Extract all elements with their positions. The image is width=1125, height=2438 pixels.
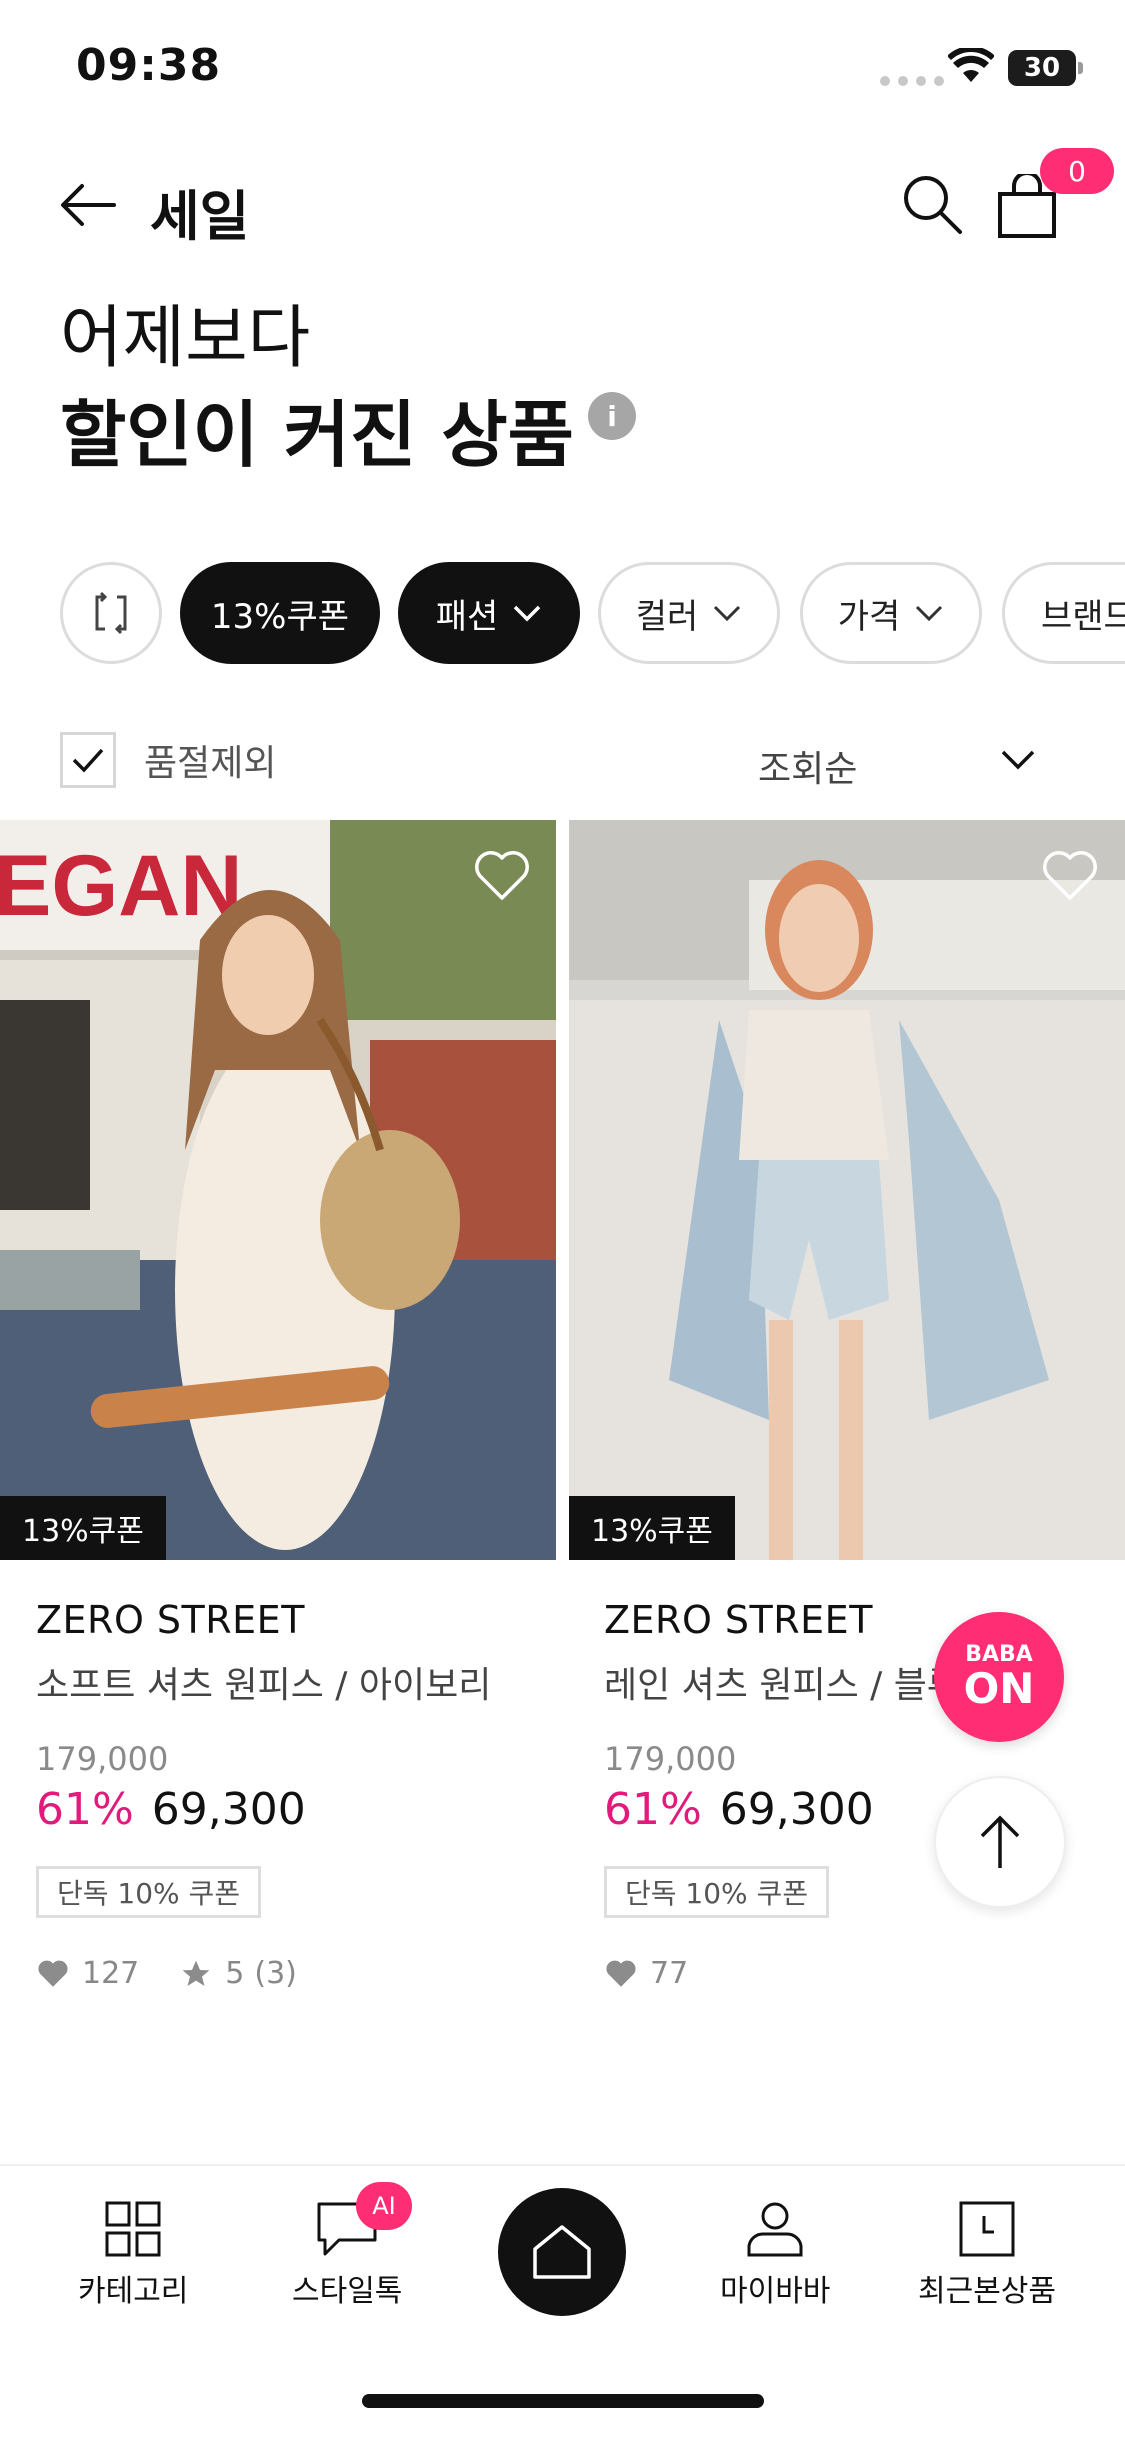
product-meta: 77 xyxy=(604,1956,688,1991)
baba-on-big: ON xyxy=(963,1664,1035,1713)
heart-icon xyxy=(606,1960,636,1987)
chevron-down-icon xyxy=(714,605,741,622)
filter-chip-price[interactable]: 가격 xyxy=(800,562,982,664)
exclude-soldout-checkbox[interactable] xyxy=(60,732,116,788)
chevron-down-icon xyxy=(916,605,943,622)
price-row: 61% 69,300 xyxy=(36,1784,306,1835)
check-icon xyxy=(72,748,104,773)
filter-chip-label: 패션 xyxy=(435,596,499,637)
nav-mypage[interactable]: 마이바바 xyxy=(720,2200,830,2310)
heart-outline-icon[interactable] xyxy=(474,850,530,902)
chevron-down-icon xyxy=(514,605,541,622)
product-name[interactable]: 소프트 셔츠 원피스 / 아이보리 xyxy=(36,1656,546,1708)
battery-indicator: 30 xyxy=(1008,50,1076,86)
nav-home[interactable] xyxy=(498,2188,626,2316)
product-image[interactable] xyxy=(569,820,1125,1560)
rating: 5 xyxy=(225,1956,245,1991)
filter-chip-label: 13%쿠폰 xyxy=(210,596,350,637)
status-time: 09:38 xyxy=(76,40,222,91)
wifi-icon xyxy=(948,48,994,82)
filter-chip-label: 브랜드 xyxy=(1041,596,1125,637)
hero-subtitle: 어제보다 xyxy=(60,299,311,378)
product-meta: 127 5 (3) xyxy=(36,1956,297,1991)
product-brand[interactable]: ZERO STREET xyxy=(604,1598,873,1642)
filter-chip-coupon[interactable]: 13%쿠폰 xyxy=(180,562,380,664)
sale-price: 69,300 xyxy=(151,1784,306,1835)
home-indicator xyxy=(362,2394,764,2408)
back-arrow-icon[interactable] xyxy=(58,180,118,230)
home-icon xyxy=(533,2225,591,2279)
baba-on-button[interactable]: BABA ON xyxy=(934,1612,1064,1742)
scroll-top-button[interactable] xyxy=(934,1776,1066,1908)
discount-rate: 61% xyxy=(36,1784,134,1835)
nav-label: 최근본상품 xyxy=(918,2274,1056,2309)
hero-title: 할인이 커진 상품 xyxy=(60,393,574,477)
product-photo-1: EGAN xyxy=(0,820,556,1560)
nav-category[interactable]: 카테고리 xyxy=(78,2200,188,2310)
nav-label: 카테고리 xyxy=(78,2274,189,2309)
like-count: 127 xyxy=(82,1956,140,1991)
original-price: 179,000 xyxy=(36,1740,169,1778)
battery-cap xyxy=(1078,62,1083,74)
clock-icon xyxy=(959,2201,1015,2257)
signal-icon xyxy=(880,76,944,86)
filter-chip-label: 가격 xyxy=(837,596,901,637)
nav-label: 마이바바 xyxy=(720,2274,831,2309)
coupon-tag: 13%쿠폰 xyxy=(569,1496,735,1560)
nav-recent[interactable]: 최근본상품 xyxy=(918,2200,1056,2310)
coupon-label: 단독 10% 쿠폰 xyxy=(604,1866,830,1918)
coupon-label: 단독 10% 쿠폰 xyxy=(36,1866,262,1918)
chevron-down-icon[interactable] xyxy=(1000,748,1036,772)
filter-chip-color[interactable]: 컬러 xyxy=(598,562,780,664)
page-title: 세일 xyxy=(150,185,250,248)
product-photo-2 xyxy=(569,820,1125,1560)
nav-label: 스타일톡 xyxy=(292,2274,403,2309)
info-icon[interactable]: i xyxy=(588,392,636,440)
photo-sign-text: EGAN xyxy=(0,838,242,934)
person-icon xyxy=(747,2202,803,2257)
sale-price: 69,300 xyxy=(719,1784,874,1835)
sort-select[interactable]: 조회순 xyxy=(758,740,857,792)
like-count: 77 xyxy=(650,1956,689,1991)
product-brand[interactable]: ZERO STREET xyxy=(36,1598,305,1642)
filter-chip-label: 컬러 xyxy=(635,596,699,637)
ai-badge: AI xyxy=(356,2182,412,2230)
exclude-soldout-label[interactable]: 품절제외 xyxy=(144,734,276,786)
heart-icon xyxy=(38,1960,68,1987)
discount-rate: 61% xyxy=(604,1784,702,1835)
star-icon xyxy=(182,1960,210,1986)
grid-icon xyxy=(105,2201,161,2257)
filter-chip-brand[interactable]: 브랜드 xyxy=(1002,562,1125,664)
product-image[interactable]: EGAN xyxy=(0,820,556,1560)
heart-outline-icon[interactable] xyxy=(1042,850,1098,902)
arrow-up-icon xyxy=(980,1815,1020,1868)
refresh-icon xyxy=(95,591,127,635)
refresh-filter-button[interactable] xyxy=(60,562,162,664)
filter-chip-fashion[interactable]: 패션 xyxy=(398,562,580,664)
search-icon[interactable] xyxy=(900,172,964,236)
price-row: 61% 69,300 xyxy=(604,1784,874,1835)
coupon-tag: 13%쿠폰 xyxy=(0,1496,166,1560)
original-price: 179,000 xyxy=(604,1740,737,1778)
review-count: (3) xyxy=(254,1956,297,1991)
cart-count-badge: 0 xyxy=(1040,148,1114,194)
